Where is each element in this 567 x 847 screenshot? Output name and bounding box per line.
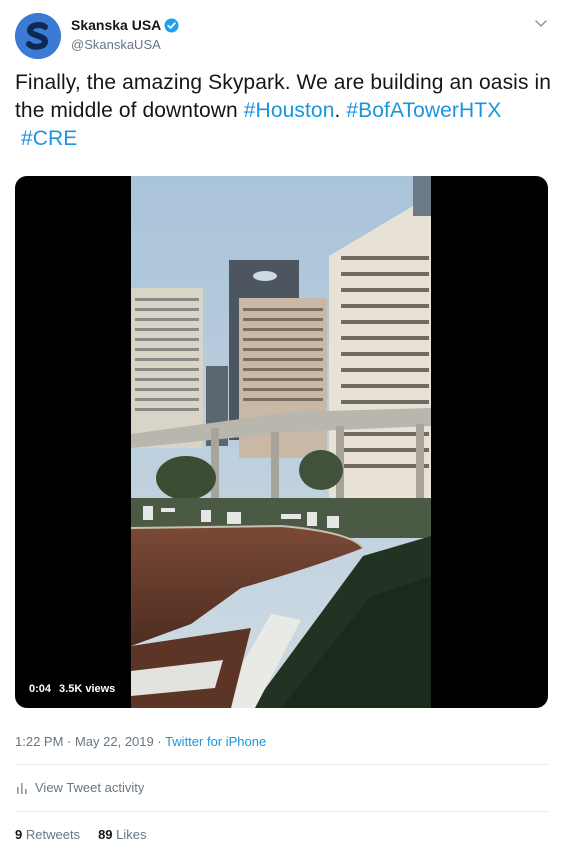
tweet-timestamp[interactable]: 1:22 PM · May 22, 2019 · [15, 734, 165, 749]
view-activity-label: View Tweet activity [35, 780, 145, 795]
video-frame [131, 176, 431, 708]
tweet-card: Skanska USA @SkanskaUSA Finally, the ama… [0, 0, 567, 847]
skanska-logo [15, 13, 61, 59]
retweets-stat[interactable]: 9 Retweets [15, 827, 80, 842]
retweets-label: Retweets [25, 827, 81, 842]
divider [15, 811, 548, 812]
caret-down-icon[interactable] [534, 16, 548, 30]
tweet-source[interactable]: Twitter for iPhone [165, 734, 266, 749]
hashtag-houston[interactable]: #Houston [244, 99, 335, 122]
tweet-meta: 1:22 PM · May 22, 2019 · Twitter for iPh… [15, 734, 266, 749]
hashtag-bofatowerhtx[interactable]: #BofATowerHTX [346, 99, 501, 122]
verified-icon [164, 17, 179, 33]
video-player[interactable]: 0:04 3.5K views [15, 176, 548, 708]
video-thumbnail [131, 176, 431, 708]
tweet-stats: 9 Retweets 89 Likes [15, 827, 147, 842]
video-time: 0:04 [29, 683, 52, 695]
video-views: 3.5K views [59, 683, 116, 695]
likes-label: Likes [116, 827, 147, 842]
hashtag-cre[interactable]: #CRE [21, 127, 77, 150]
analytics-icon [17, 782, 27, 794]
name-row: Skanska USA [71, 17, 179, 33]
likes-count: 89 [98, 827, 113, 842]
divider [15, 764, 548, 765]
user-handle[interactable]: @SkanskaUSA [71, 37, 161, 52]
display-name[interactable]: Skanska USA [71, 17, 161, 33]
avatar[interactable] [15, 13, 61, 59]
retweets-count: 9 [15, 827, 23, 842]
view-activity-link[interactable]: View Tweet activity [15, 780, 144, 795]
tweet-text: Finally, the amazing Skypark. We are bui… [15, 69, 555, 153]
tweet-text-sep: . [334, 99, 347, 122]
video-info-badge: 0:04 3.5K views [23, 678, 122, 700]
likes-stat[interactable]: 89 Likes [98, 827, 146, 842]
